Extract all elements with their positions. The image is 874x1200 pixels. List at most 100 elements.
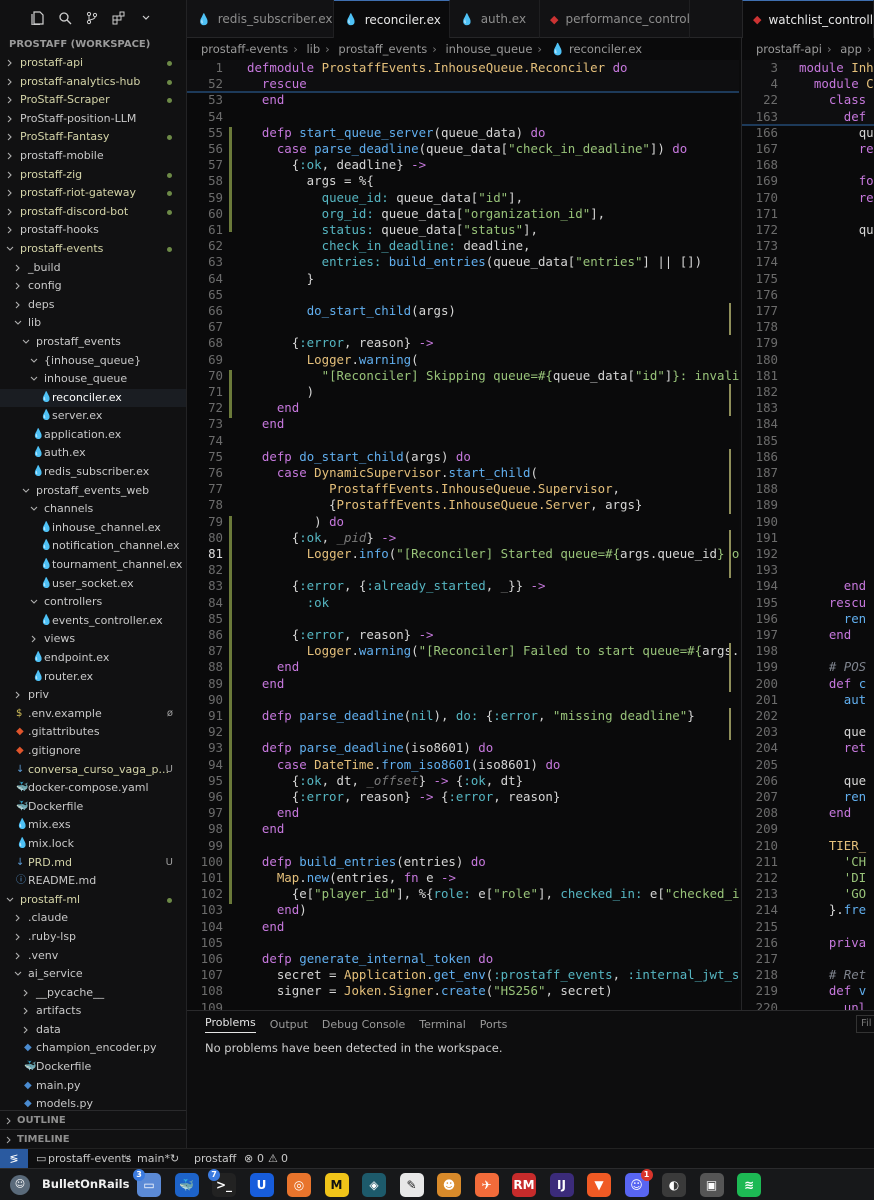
code-text[interactable]: {:error, {:already_started, _}} -> (247, 578, 546, 594)
code-text[interactable]: end (247, 400, 299, 416)
code-line[interactable]: 90 (187, 692, 739, 708)
file-item[interactable]: 💧 endpoint.ex (0, 649, 186, 668)
line-number[interactable]: 181 (742, 368, 778, 384)
code-line[interactable]: 192 (742, 546, 874, 562)
line-number[interactable]: 54 (187, 109, 223, 125)
file-item[interactable]: 💧 mix.exs (0, 816, 186, 835)
code-line[interactable]: 67 (187, 319, 739, 335)
code-line[interactable]: 63 entries: build_entries(queue_data["en… (187, 254, 739, 270)
line-number[interactable]: 1 (187, 60, 223, 76)
code-text[interactable]: ret (799, 740, 866, 756)
folder-item[interactable]: config (0, 277, 186, 296)
sticky-scroll-line[interactable]: 22 class I (742, 92, 874, 109)
line-number[interactable]: 91 (187, 708, 223, 724)
git-change-indicator[interactable] (229, 839, 232, 905)
taskbar-app-spotify[interactable]: ≋ (737, 1173, 761, 1197)
code-text[interactable]: defmodule ProstaffEvents.InhouseQueue.Re… (247, 60, 627, 76)
code-text[interactable]: # POS (799, 659, 866, 675)
line-number[interactable]: 3 (742, 60, 778, 76)
code-line[interactable]: 215 (742, 919, 874, 935)
code-line[interactable]: 199 # POS (742, 659, 874, 675)
tab-performance-controller[interactable]: ◆ performance_controller.r (540, 0, 690, 38)
code-text[interactable]: module Co (799, 76, 874, 92)
code-text[interactable]: e (799, 238, 874, 254)
workspace-root-item[interactable]: prostaff-hooks (0, 221, 186, 240)
code-area[interactable]: 3module Inho4 module Co22 class I163 def… (742, 60, 874, 1010)
code-line[interactable]: 180 (742, 352, 874, 368)
line-number[interactable]: 184 (742, 416, 778, 432)
line-number[interactable]: 103 (187, 902, 223, 918)
code-line[interactable]: 187 (742, 465, 874, 481)
taskbar-app-app-grey[interactable]: ◐ (662, 1173, 686, 1197)
extensions-icon[interactable] (111, 10, 127, 26)
code-text[interactable]: ProstaffEvents.InhouseQueue.Supervisor, (247, 481, 620, 497)
code-line[interactable]: 191 (742, 530, 874, 546)
code-text[interactable]: do_start_child(args) (247, 303, 456, 319)
code-text[interactable]: r (799, 514, 874, 530)
file-item[interactable]: 💧 mix.lock (0, 835, 186, 854)
code-text[interactable]: module Inho (799, 60, 874, 76)
taskbar-app-app-dog[interactable]: ☻ (437, 1173, 461, 1197)
code-text[interactable]: end (799, 578, 866, 594)
code-text[interactable]: queue_id: queue_data["id"], (247, 190, 523, 206)
line-number[interactable]: 197 (742, 627, 778, 643)
taskbar-app-app-teal[interactable]: ◈ (362, 1173, 386, 1197)
line-number[interactable]: 102 (187, 886, 223, 902)
code-line[interactable]: 200 def c (742, 676, 874, 692)
line-number[interactable]: 70 (187, 368, 223, 384)
sticky-scroll-line[interactable]: 3 module Inho (742, 60, 874, 77)
line-number[interactable]: 217 (742, 951, 778, 967)
code-line[interactable]: 68 {:error, reason} -> (187, 335, 739, 351)
line-number[interactable]: 68 (187, 335, 223, 351)
code-text[interactable]: Map.new(entries, fn e -> (247, 870, 456, 886)
problems-filter-input[interactable]: Fil (856, 1015, 874, 1033)
code-text[interactable]: check_in_deadline: deadline, (247, 238, 531, 254)
breadcrumb-item[interactable]: prostaff-api (756, 42, 822, 56)
tab-ports[interactable]: Ports (480, 1018, 508, 1031)
code-line[interactable]: 62 check_in_deadline: deadline, (187, 238, 739, 254)
workspace-root-item[interactable]: prostaff-riot-gateway (0, 184, 186, 203)
taskbar-app-rubymine[interactable]: RM (512, 1173, 536, 1197)
line-number[interactable]: 186 (742, 449, 778, 465)
code-line[interactable]: 93 defp parse_deadline(iso8601) do (187, 740, 739, 756)
code-text[interactable]: end (247, 919, 284, 935)
line-number[interactable]: 74 (187, 433, 223, 449)
code-line[interactable]: 65 (187, 287, 739, 303)
breadcrumb-item[interactable]: reconciler.ex (569, 42, 642, 56)
tab-redis-subscriber[interactable]: 💧 redis_subscriber.ex (187, 0, 334, 38)
line-number[interactable]: 109 (187, 1000, 223, 1010)
line-number[interactable]: 61 (187, 222, 223, 238)
code-text[interactable]: signer = Joken.Signer.create("HS256", se… (247, 983, 613, 999)
line-number[interactable]: 219 (742, 983, 778, 999)
line-number[interactable]: 52 (187, 76, 223, 92)
tab-output[interactable]: Output (270, 1018, 308, 1031)
code-line[interactable]: 173 e (742, 238, 874, 254)
folder-item[interactable]: channels (0, 500, 186, 519)
code-text[interactable]: {:error, reason} -> (247, 627, 434, 643)
line-number[interactable]: 209 (742, 821, 778, 837)
code-line[interactable]: 198 (742, 643, 874, 659)
code-line[interactable]: 188 (742, 481, 874, 497)
folder-item[interactable]: inhouse_queue (0, 370, 186, 389)
status-workspace[interactable]: prostaff (194, 1149, 236, 1168)
line-number[interactable]: 93 (187, 740, 223, 756)
line-number[interactable]: 211 (742, 854, 778, 870)
code-line[interactable]: 59 queue_id: queue_data["id"], (187, 190, 739, 206)
code-text[interactable]: end (247, 659, 299, 675)
taskbar-app-app-orange[interactable]: ◎ (287, 1173, 311, 1197)
code-line[interactable]: 212 'DI (742, 870, 874, 886)
line-number[interactable]: 75 (187, 449, 223, 465)
code-line[interactable]: 179 E (742, 335, 874, 351)
line-number[interactable]: 173 (742, 238, 778, 254)
sticky-scroll-line[interactable]: 52 rescue (187, 76, 739, 93)
line-number[interactable]: 203 (742, 724, 778, 740)
code-line[interactable]: 70 "[Reconciler] Skipping queue=#{queue_… (187, 368, 739, 384)
code-line[interactable]: 213 'GO (742, 886, 874, 902)
code-line[interactable]: 170 ret (742, 190, 874, 206)
code-line[interactable]: 75 defp do_start_child(args) do (187, 449, 739, 465)
code-line[interactable]: 78 {ProstaffEvents.InhouseQueue.Server, … (187, 497, 739, 513)
code-line[interactable]: 77 ProstaffEvents.InhouseQueue.Superviso… (187, 481, 739, 497)
file-item[interactable]: 💧 redis_subscriber.ex (0, 463, 186, 482)
code-line[interactable]: 201 aut (742, 692, 874, 708)
code-text[interactable]: } (799, 562, 874, 578)
